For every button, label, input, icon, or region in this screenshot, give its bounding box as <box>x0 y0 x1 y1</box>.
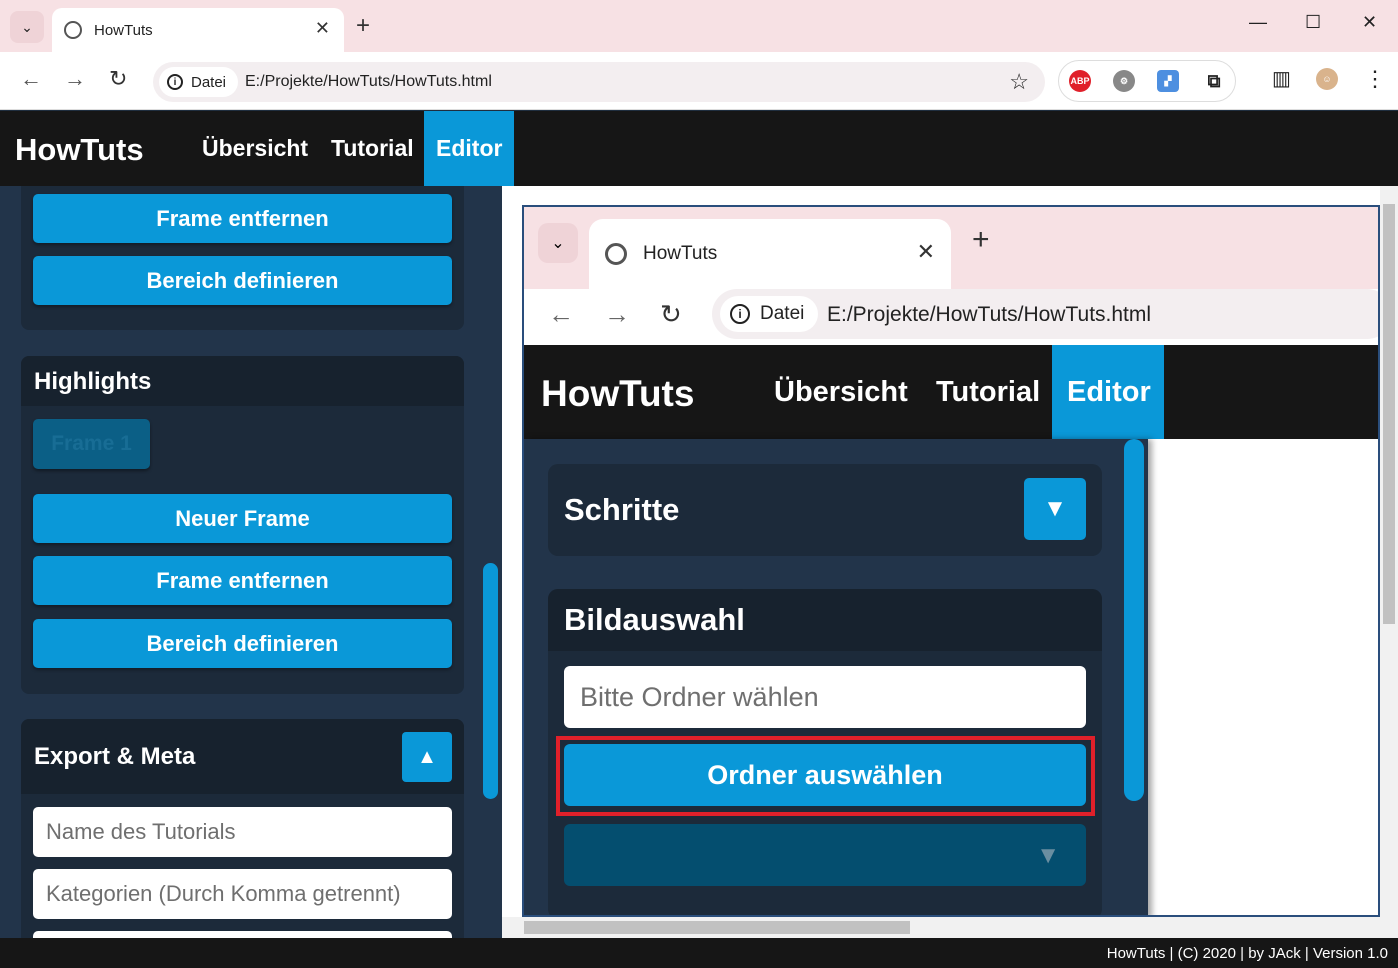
close-tab-icon[interactable]: ✕ <box>315 18 330 39</box>
menu-dots-icon[interactable]: ⋮ <box>1364 66 1386 92</box>
highlights-panel: Highlights Frame 1 Neuer Frame Frame ent… <box>21 356 464 694</box>
preview-site-info-label: Datei <box>760 303 805 324</box>
adblock-icon[interactable]: ABP <box>1069 70 1091 92</box>
highlights-title: Highlights <box>34 368 152 395</box>
reload-icon[interactable]: ↻ <box>109 66 127 92</box>
preview-url-text: E:/Projekte/HowTuts/HowTuts.html <box>827 303 1152 326</box>
preview-brand: HowTuts <box>541 373 695 414</box>
preview-expand-icon: ▼ <box>1024 478 1086 540</box>
preview-nav-uebersicht: Übersicht <box>774 375 908 408</box>
preview-steps-panel: Schritte ▼ <box>548 464 1102 556</box>
define-area-button[interactable]: Bereich definieren <box>33 619 452 668</box>
new-frame-button[interactable]: Neuer Frame <box>33 494 452 543</box>
preview-app-header: HowTuts Übersicht Tutorial Editor <box>524 345 1378 439</box>
browser-tab-strip: ⌄ HowTuts ✕ + — ☐ ✕ <box>0 0 1398 52</box>
tutorial-name-input[interactable]: Name des Tutorials <box>33 807 452 857</box>
browser-toolbar: ← → ↻ i Datei E:/Projekte/HowTuts/HowTut… <box>0 52 1398 110</box>
define-area-button[interactable]: Bereich definieren <box>33 256 452 305</box>
preview-chevron-icon: ⌄ <box>538 223 578 263</box>
extensions-icon[interactable]: ⧉ <box>1203 70 1225 92</box>
preview-nav-editor: Editor <box>1052 345 1164 439</box>
site-info-label: Datei <box>191 73 227 91</box>
info-icon: i <box>167 74 183 90</box>
globe-icon <box>64 21 82 39</box>
collapse-toggle-button[interactable]: ▲ <box>402 732 452 782</box>
export-meta-panel: Export & Meta ▲ Name des Tutorials Kateg… <box>21 719 464 938</box>
categories-input[interactable]: Kategorien (Durch Komma getrennt) <box>33 869 452 919</box>
preview-reload-icon: ↻ <box>660 299 682 329</box>
preview-tab-strip: ⌄ HowTuts ✕ + <box>524 207 1378 289</box>
frame-chip[interactable]: Frame 1 <box>33 419 150 469</box>
preview-back-icon: ← <box>548 299 574 329</box>
site-info-chip[interactable]: i Datei <box>159 67 239 97</box>
preview-sidebar: Schritte ▼ Bildauswahl Bitte Ordner wähl… <box>524 439 1148 915</box>
preview-vertical-scroll-thumb[interactable] <box>1383 204 1395 624</box>
preview-info-icon: i <box>730 304 750 324</box>
preview-globe-icon <box>605 243 627 265</box>
preview-vertical-scrollbar[interactable] <box>1380 186 1398 917</box>
tab-title: HowTuts <box>94 21 153 39</box>
image-preview-area: ⌄ HowTuts ✕ + ← → ↻ i Datei E:/Projekte/… <box>502 186 1398 938</box>
extensions-group: ABP ⚙ ▞ ⧉ <box>1058 60 1236 102</box>
footer-text: HowTuts | (C) 2020 | by JAck | Version 1… <box>1106 945 1388 962</box>
nav-tutorial[interactable]: Tutorial <box>319 111 426 186</box>
preview-tab-title: HowTuts <box>643 243 718 264</box>
preview-steps-title: Schritte <box>564 492 680 527</box>
editor-sidebar: Frame entfernen Bereich definieren Highl… <box>0 186 502 938</box>
preview-forward-icon: → <box>604 299 630 329</box>
preview-image-title: Bildauswahl <box>564 602 745 637</box>
preview-new-tab: + <box>972 223 990 256</box>
nav-uebersicht[interactable]: Übersicht <box>190 111 320 186</box>
app-footer: HowTuts | (C) 2020 | by JAck | Version 1… <box>0 938 1398 968</box>
preview-dropdown-arrow-icon: ▼ <box>1036 842 1060 869</box>
preview-dropdown: ▼ <box>564 824 1086 886</box>
minimize-icon[interactable]: — <box>1249 12 1267 33</box>
remove-frame-button[interactable]: Frame entfernen <box>33 556 452 605</box>
preview-folder-input: Bitte Ordner wählen <box>564 666 1086 728</box>
preview-screenshot: ⌄ HowTuts ✕ + ← → ↻ i Datei E:/Projekte/… <box>522 205 1380 917</box>
bookmark-star-icon[interactable]: ☆ <box>1009 69 1029 95</box>
profile-avatar[interactable]: ☺ <box>1316 68 1338 90</box>
forward-icon[interactable]: → <box>64 66 86 92</box>
app-header: HowTuts Übersicht Tutorial Editor <box>0 111 1398 186</box>
frames-panel: Frame entfernen Bereich definieren <box>21 186 464 330</box>
new-tab-button[interactable]: + <box>356 12 370 40</box>
browser-tab[interactable]: HowTuts ✕ <box>52 8 344 52</box>
export-meta-header: Export & Meta ▲ <box>21 719 464 794</box>
nav-editor[interactable]: Editor <box>424 111 514 186</box>
back-icon[interactable]: ← <box>20 66 42 92</box>
preview-nav-tutorial: Tutorial <box>936 375 1041 408</box>
preview-select-folder-button: Ordner auswählen <box>564 744 1086 806</box>
brand-logo[interactable]: HowTuts <box>15 132 144 168</box>
preview-tab: HowTuts ✕ <box>589 219 951 289</box>
next-input[interactable] <box>33 931 452 938</box>
highlights-header: Highlights <box>21 356 464 406</box>
remove-frame-button[interactable]: Frame entfernen <box>33 194 452 243</box>
preview-horizontal-scrollbar[interactable] <box>502 917 1398 938</box>
preview-toolbar: ← → ↻ i Datei E:/Projekte/HowTuts/HowTut… <box>524 289 1378 345</box>
sidebar-scrollbar[interactable] <box>483 563 498 799</box>
preview-horizontal-scroll-thumb[interactable] <box>524 921 910 934</box>
preview-address-bar: i Datei E:/Projekte/HowTuts/HowTuts.html <box>712 289 1378 339</box>
window-close-icon[interactable]: ✕ <box>1362 12 1377 33</box>
preview-close-icon: ✕ <box>916 239 935 264</box>
address-bar[interactable]: i Datei E:/Projekte/HowTuts/HowTuts.html… <box>153 62 1045 102</box>
maximize-icon[interactable]: ☐ <box>1305 12 1321 33</box>
side-panel-icon[interactable]: ▥ <box>1272 66 1291 91</box>
puzzle-page-icon[interactable]: ▞ <box>1157 70 1179 92</box>
export-meta-title: Export & Meta <box>34 743 196 770</box>
preview-image-header: Bildauswahl <box>548 589 1102 651</box>
preview-scrollbar <box>1124 439 1144 801</box>
gear-extension-icon[interactable]: ⚙ <box>1113 70 1135 92</box>
tab-search-chevron-icon[interactable]: ⌄ <box>10 11 44 43</box>
preview-site-info-chip: i Datei <box>720 296 819 332</box>
preview-image-panel: Bildauswahl Bitte Ordner wählen Ordner a… <box>548 589 1102 915</box>
url-text: E:/Projekte/HowTuts/HowTuts.html <box>245 73 492 90</box>
